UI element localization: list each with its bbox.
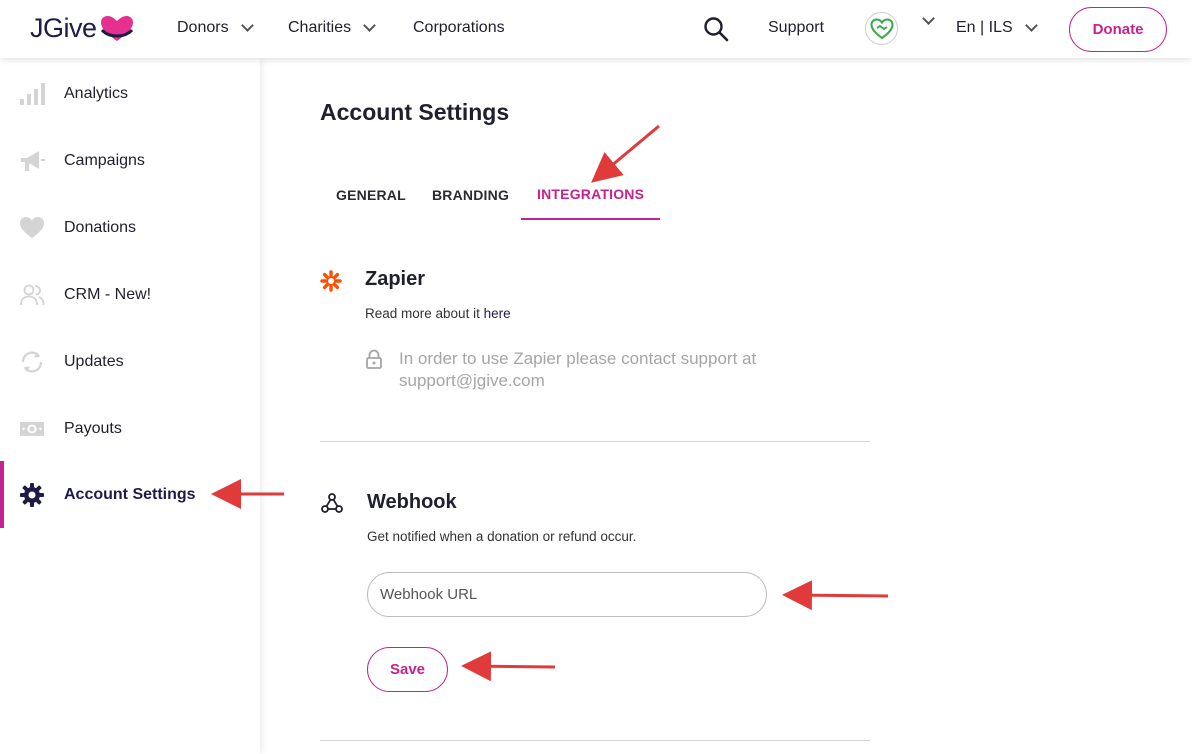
nav-corporations[interactable]: Corporations <box>413 19 505 37</box>
sidebar-item-label: Campaigns <box>64 151 145 169</box>
chevron-down-icon <box>363 19 377 32</box>
megaphone-icon <box>19 148 45 174</box>
zapier-read-more: Read more about it here <box>365 306 511 321</box>
banknote-icon <box>19 416 45 442</box>
refresh-icon <box>19 349 45 375</box>
zapier-title: Zapier <box>365 268 426 290</box>
nav-donors-label: Donors <box>177 19 229 36</box>
chevron-down-icon <box>1024 19 1038 32</box>
bar-chart-icon <box>19 81 45 107</box>
sidebar-item-payouts[interactable]: Payouts <box>0 395 260 462</box>
sidebar-item-analytics[interactable]: Analytics <box>0 60 260 127</box>
zapier-here-link[interactable]: here <box>484 306 511 321</box>
sidebar-item-updates[interactable]: Updates <box>0 328 260 395</box>
heart-handshake-icon <box>869 17 894 39</box>
donate-button[interactable]: Donate <box>1069 7 1167 52</box>
sidebar-item-label: Payouts <box>64 419 122 437</box>
webhook-subtitle: Get notified when a donation or refund o… <box>367 529 637 544</box>
section-divider <box>320 441 870 442</box>
jgive-logo[interactable]: JGive <box>30 13 135 44</box>
annotation-arrow <box>782 580 889 611</box>
language-currency-label: En | ILS <box>956 19 1013 36</box>
sidebar-item-crm[interactable]: CRM - New! <box>0 261 260 328</box>
top-navigation-bar: JGive Donors Charities Corporations Supp… <box>0 0 1192 58</box>
webhook-title: Webhook <box>367 491 457 513</box>
nav-corporations-label: Corporations <box>413 19 505 36</box>
gear-icon <box>19 482 45 508</box>
section-divider <box>320 740 870 741</box>
support-link[interactable]: Support <box>768 19 824 37</box>
page-title: Account Settings <box>320 99 510 125</box>
language-currency-selector[interactable]: En | ILS <box>956 19 1038 37</box>
account-avatar[interactable] <box>865 12 898 45</box>
chevron-down-icon <box>240 19 254 32</box>
tab-general[interactable]: GENERAL <box>320 170 422 220</box>
sidebar-item-label: CRM - New! <box>64 285 152 303</box>
logo-text: JGive <box>30 13 97 43</box>
zapier-lock-text: In order to use Zapier please contact su… <box>399 349 757 390</box>
sidebar-item-campaigns[interactable]: Campaigns <box>0 127 260 194</box>
tab-integrations[interactable]: INTEGRATIONS <box>521 170 661 220</box>
sidebar-item-account-settings[interactable]: Account Settings <box>0 461 260 528</box>
webhook-url-input[interactable] <box>367 572 767 617</box>
sidebar-item-label: Account Settings <box>64 485 196 503</box>
nav-charities-label: Charities <box>288 19 352 36</box>
sidebar-item-label: Updates <box>64 352 124 370</box>
sidebar-item-donations[interactable]: Donations <box>0 194 260 261</box>
webhook-icon <box>321 493 343 513</box>
lock-icon <box>366 349 382 369</box>
annotation-arrow <box>461 651 556 682</box>
tab-branding[interactable]: BRANDING <box>416 170 525 220</box>
chevron-down-icon[interactable] <box>922 12 935 25</box>
sidebar-item-label: Analytics <box>64 84 129 102</box>
people-icon <box>19 282 45 308</box>
sidebar-item-label: Donations <box>64 218 137 236</box>
nav-donors[interactable]: Donors <box>177 19 254 37</box>
sidebar: Analytics Campaigns Donations CRM - New!… <box>0 58 260 754</box>
heart-icon <box>19 215 45 241</box>
search-icon[interactable] <box>703 16 729 42</box>
zapier-lock-note: In order to use Zapier please contact su… <box>365 348 839 392</box>
save-button[interactable]: Save <box>367 647 448 692</box>
nav-charities[interactable]: Charities <box>288 19 377 37</box>
zapier-read-more-text: Read more about it <box>365 306 484 321</box>
heart-logo-icon <box>100 15 133 41</box>
zapier-icon <box>320 270 342 292</box>
